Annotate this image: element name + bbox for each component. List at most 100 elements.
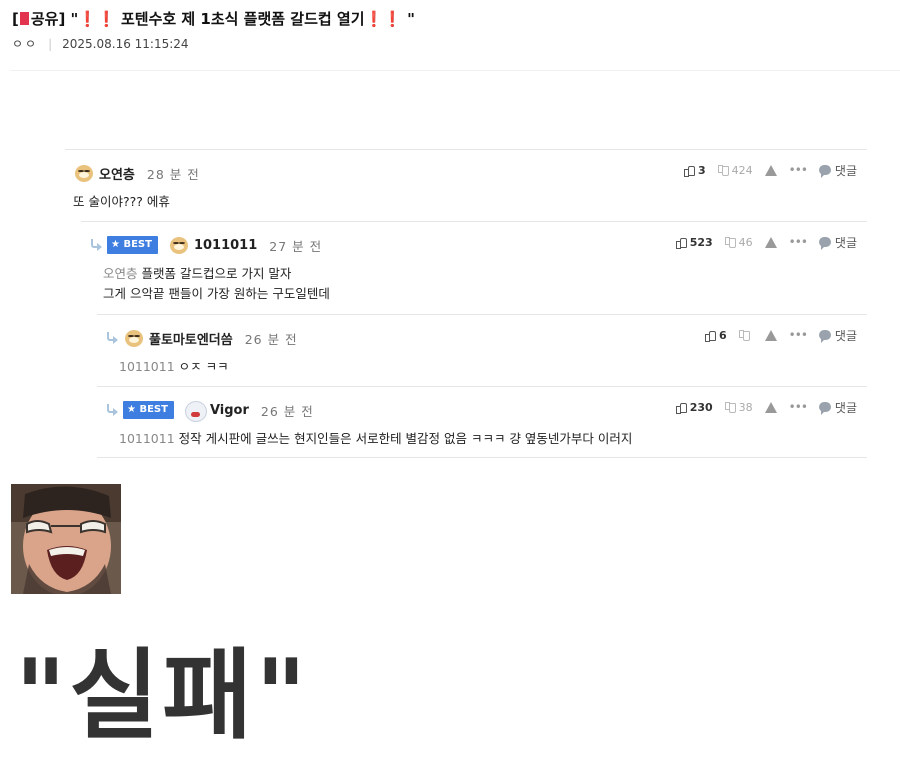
downvote-button[interactable] [738, 329, 753, 341]
downvote-count: 38 [738, 400, 753, 414]
reply-to-name[interactable]: 1011011 [119, 359, 175, 374]
more-icon: ••• [788, 400, 808, 414]
reply-label: 댓글 [834, 235, 857, 250]
meta-separator: | [48, 37, 53, 51]
title-bracket: [ [12, 10, 19, 28]
post-title[interactable]: [공유] "❗❗ 포텐수호 제 1초식 플랫폼 갈드컵 열기❗❗ " [12, 8, 900, 30]
comment-line: 오연층 플랫폼 갈드컵으로 가지 말자 [103, 264, 330, 284]
comment-body: 오연층 플랫폼 갈드컵으로 가지 말자 그게 으악끝 팬들이 가장 원하는 구도일… [103, 264, 330, 304]
title-text: 포텐수호 제 1초식 플랫폼 갈드컵 열기 [115, 10, 365, 28]
upvote-button[interactable]: 230 [675, 401, 713, 414]
upvote-button[interactable]: 6 [705, 329, 727, 342]
speech-bubble-icon [818, 330, 831, 343]
comment-nickname[interactable]: 오연층 [99, 164, 135, 183]
downvote-button[interactable]: 38 [724, 400, 753, 414]
speech-bubble-icon [818, 165, 831, 178]
exclamation-icon: ❗ [97, 10, 116, 28]
more-button[interactable]: ••• [788, 328, 808, 342]
warning-icon [764, 236, 777, 248]
reply-label: 댓글 [834, 400, 857, 415]
dog-avatar[interactable] [123, 327, 145, 349]
thumbs-up-icon [705, 330, 717, 342]
comment-actions: 6 ••• 댓글 [693, 325, 857, 345]
reply-arrow-icon [89, 238, 103, 252]
upvote-count: 6 [719, 328, 727, 342]
comment-header: 오연층 28 분 전 [73, 162, 200, 184]
comment-header: 풀토마토엔더씀 26 분 전 [105, 327, 298, 349]
comment-nickname[interactable]: Vigor [210, 403, 249, 418]
best-label: BEST [123, 239, 152, 250]
comment-body: 또 술이야??? 에휴 [73, 192, 170, 212]
post-meta: ㅇㅇ | 2025.08.16 11:15:24 [12, 35, 900, 53]
upvote-button[interactable]: 523 [675, 235, 713, 249]
comment-text: 정작 게시판에 글쓰는 현지인들은 서로한테 별감정 없음 ㅋㅋㅋ 걍 옆동넨가… [178, 431, 633, 446]
comment-header: ★ BEST 1011011 27 분 전 [89, 234, 322, 256]
reply-label: 댓글 [834, 328, 857, 343]
downvote-button[interactable]: 46 [724, 236, 753, 249]
comment-line: 1011011 정작 게시판에 글쓰는 현지인들은 서로한테 별감정 없음 ㅋㅋㅋ… [119, 429, 632, 449]
reply-arrow-icon [105, 403, 119, 417]
comment-actions: 230 38 ••• 댓글 [664, 397, 857, 417]
report-button[interactable] [764, 329, 777, 341]
exclamation-icon: ❗ [383, 10, 402, 28]
comment-nickname[interactable]: 풀토마토엔더씀 [149, 329, 233, 348]
comment-time: 26 분 전 [260, 403, 314, 419]
comment-header: ★ BEST Vigor 26 분 전 [105, 399, 314, 422]
exclamation-icon: ❗ [78, 10, 98, 28]
comment-time: 27 분 전 [269, 238, 323, 254]
comment-nickname[interactable]: 1011011 [194, 238, 257, 253]
more-icon: ••• [788, 163, 808, 177]
comment-item: 오연층 28 분 전 3 424 ••• 댓글 또 술이야??? 에휴 [65, 149, 867, 221]
thumbs-down-icon [738, 329, 750, 341]
more-icon: ••• [788, 328, 808, 342]
upvote-button[interactable]: 3 [684, 164, 706, 177]
best-badge: ★ BEST [123, 401, 174, 419]
comment-actions: 3 424 ••• 댓글 [672, 160, 857, 180]
downvote-count: 424 [731, 163, 753, 177]
downvote-button[interactable]: 424 [717, 163, 753, 177]
warning-icon [764, 164, 777, 176]
more-button[interactable]: ••• [788, 163, 808, 177]
reply-arrow-icon [105, 331, 119, 345]
speech-bubble-icon [818, 237, 831, 250]
thumbs-down-icon [717, 164, 729, 176]
header-divider [10, 70, 900, 71]
report-button[interactable] [764, 164, 777, 176]
reply-to-name[interactable]: 1011011 [119, 431, 175, 446]
best-badge: ★ BEST [107, 236, 158, 254]
post-header: [공유] "❗❗ 포텐수호 제 1초식 플랫폼 갈드컵 열기❗❗ " ㅇㅇ | … [12, 8, 900, 53]
upvote-count: 3 [698, 163, 706, 177]
reply-to-name[interactable]: 오연층 [103, 266, 138, 281]
reply-label: 댓글 [834, 163, 857, 178]
more-button[interactable]: ••• [789, 235, 808, 249]
reply-button[interactable]: 댓글 [818, 399, 857, 416]
reply-button[interactable]: 댓글 [818, 162, 857, 179]
caption-text: "실패" [15, 639, 310, 753]
comment-line: 또 술이야??? 에휴 [73, 194, 170, 209]
title-quote-open: " [65, 10, 79, 28]
comment-actions: 523 46 ••• 댓글 [664, 232, 857, 252]
dog-avatar[interactable] [73, 162, 95, 184]
comment-item: ★ BEST 1011011 27 분 전 523 46 ••• 댓글 오연층 플… [81, 221, 867, 314]
thumbs-up-icon [675, 237, 687, 249]
comment-time: 26 분 전 [244, 331, 298, 347]
comment-time: 28 분 전 [146, 166, 200, 182]
exclamation-icon: ❗ [364, 10, 384, 28]
comment-list: 오연층 28 분 전 3 424 ••• 댓글 또 술이야??? 에휴 ★ BE… [65, 149, 867, 458]
thumbs-down-icon [724, 236, 736, 248]
thumbs-up-icon [684, 165, 696, 177]
dog-avatar[interactable] [168, 234, 190, 256]
more-button[interactable]: ••• [788, 400, 808, 414]
comment-text: ㅇㅈ ㅋㅋ [178, 359, 229, 374]
laughing-face-image [11, 484, 121, 594]
report-button[interactable] [764, 236, 777, 248]
upvote-count: 523 [689, 235, 713, 249]
post-author[interactable]: ㅇㅇ [12, 35, 38, 53]
reply-button[interactable]: 댓글 [818, 234, 857, 251]
speech-bubble-icon [818, 402, 831, 415]
laughing-face-illustration [11, 484, 121, 594]
best-label: BEST [139, 404, 168, 415]
reply-button[interactable]: 댓글 [818, 327, 857, 344]
polar-bear-avatar[interactable] [184, 399, 207, 422]
report-button[interactable] [764, 401, 777, 413]
